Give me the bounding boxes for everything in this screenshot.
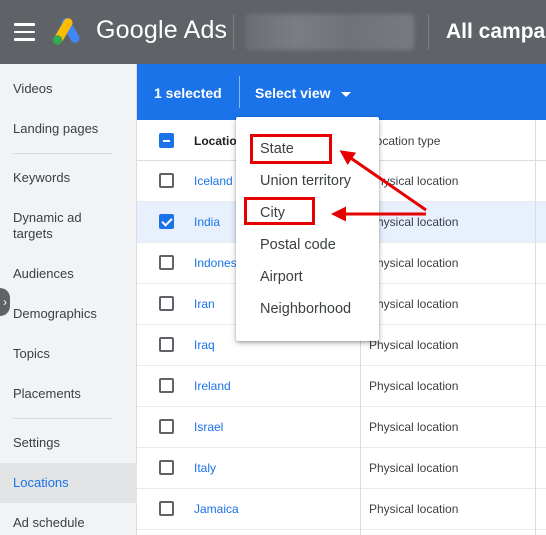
select-view-button[interactable]: Select view xyxy=(255,85,351,101)
highlight-box-state xyxy=(250,134,332,164)
sidebar-item-videos[interactable]: Videos xyxy=(0,81,137,97)
sidebar-item-placements[interactable]: Placements xyxy=(0,386,137,402)
location-type: Physical location xyxy=(369,461,459,475)
row-checkbox[interactable] xyxy=(159,214,174,229)
location-type: Physical location xyxy=(369,215,459,229)
row-checkbox[interactable] xyxy=(159,173,174,188)
column-header-location-type[interactable]: Location type xyxy=(369,134,440,148)
location-link[interactable]: Iceland xyxy=(194,174,233,188)
google-ads-logo-icon xyxy=(52,18,80,45)
hamburger-menu-icon[interactable] xyxy=(14,23,35,41)
row-checkbox[interactable] xyxy=(159,255,174,270)
caret-down-icon xyxy=(340,91,351,97)
row-checkbox[interactable] xyxy=(159,337,174,352)
sidebar-item-settings[interactable]: Settings xyxy=(0,435,137,451)
menu-item-postal-code[interactable]: Postal code xyxy=(236,229,379,261)
account-name-redacted[interactable] xyxy=(246,14,414,50)
location-type: Physical location xyxy=(369,379,459,393)
location-link[interactable]: Ireland xyxy=(194,379,231,393)
sidebar-item-locations[interactable]: Locations xyxy=(0,463,137,503)
sidebar-item-dynamic-ad-targets[interactable]: Dynamic ad targets xyxy=(0,210,110,242)
location-type: Physical location xyxy=(369,174,459,188)
row-checkbox[interactable] xyxy=(159,460,174,475)
table-row: Italy Physical location xyxy=(137,448,546,489)
location-type: Physical location xyxy=(369,256,459,270)
menu-item-airport[interactable]: Airport xyxy=(236,261,379,293)
selected-count: 1 selected xyxy=(154,85,222,101)
campaign-title: All campai xyxy=(446,20,546,43)
highlight-box-city xyxy=(244,197,315,225)
location-link[interactable]: Iraq xyxy=(194,338,215,352)
location-link[interactable]: India xyxy=(194,215,220,229)
sidebar: Videos Landing pages Keywords Dynamic ad… xyxy=(0,64,137,535)
divider xyxy=(428,14,429,50)
table-row: Jamaica Physical location xyxy=(137,489,546,530)
table-row: Israel Physical location xyxy=(137,407,546,448)
chevron-right-icon: › xyxy=(3,295,7,309)
row-checkbox[interactable] xyxy=(159,296,174,311)
location-link[interactable]: Iran xyxy=(194,297,215,311)
sidebar-item-topics[interactable]: Topics xyxy=(0,346,137,362)
sidebar-divider xyxy=(13,153,113,154)
select-view-label: Select view xyxy=(255,85,331,101)
location-link[interactable]: Israel xyxy=(194,420,223,434)
top-app-bar: Google Ads All campai xyxy=(0,0,546,64)
location-type: Physical location xyxy=(369,297,459,311)
location-type: Physical location xyxy=(369,338,459,352)
location-link[interactable]: Italy xyxy=(194,461,216,475)
sidebar-item-keywords[interactable]: Keywords xyxy=(0,170,137,186)
row-checkbox[interactable] xyxy=(159,419,174,434)
menu-item-union-territory[interactable]: Union territory xyxy=(236,165,379,197)
logo-text: Google Ads xyxy=(96,16,228,44)
row-checkbox[interactable] xyxy=(159,378,174,393)
divider xyxy=(239,76,240,108)
sidebar-divider xyxy=(13,418,113,419)
column-divider xyxy=(535,120,536,535)
table-row: Ireland Physical location xyxy=(137,366,546,407)
menu-item-neighborhood[interactable]: Neighborhood xyxy=(236,293,379,325)
sidebar-item-audiences[interactable]: Audiences xyxy=(0,266,137,282)
selection-bar: 1 selected Select view xyxy=(137,64,546,120)
location-link[interactable]: Jamaica xyxy=(194,502,239,516)
sidebar-item-demographics[interactable]: Demographics xyxy=(0,306,137,322)
divider xyxy=(233,14,234,50)
location-type: Physical location xyxy=(369,420,459,434)
select-all-checkbox[interactable] xyxy=(159,133,174,148)
sidebar-item-ad-schedule[interactable]: Ad schedule xyxy=(0,515,137,531)
sidebar-item-landing-pages[interactable]: Landing pages xyxy=(0,121,137,137)
location-type: Physical location xyxy=(369,502,459,516)
row-checkbox[interactable] xyxy=(159,501,174,516)
